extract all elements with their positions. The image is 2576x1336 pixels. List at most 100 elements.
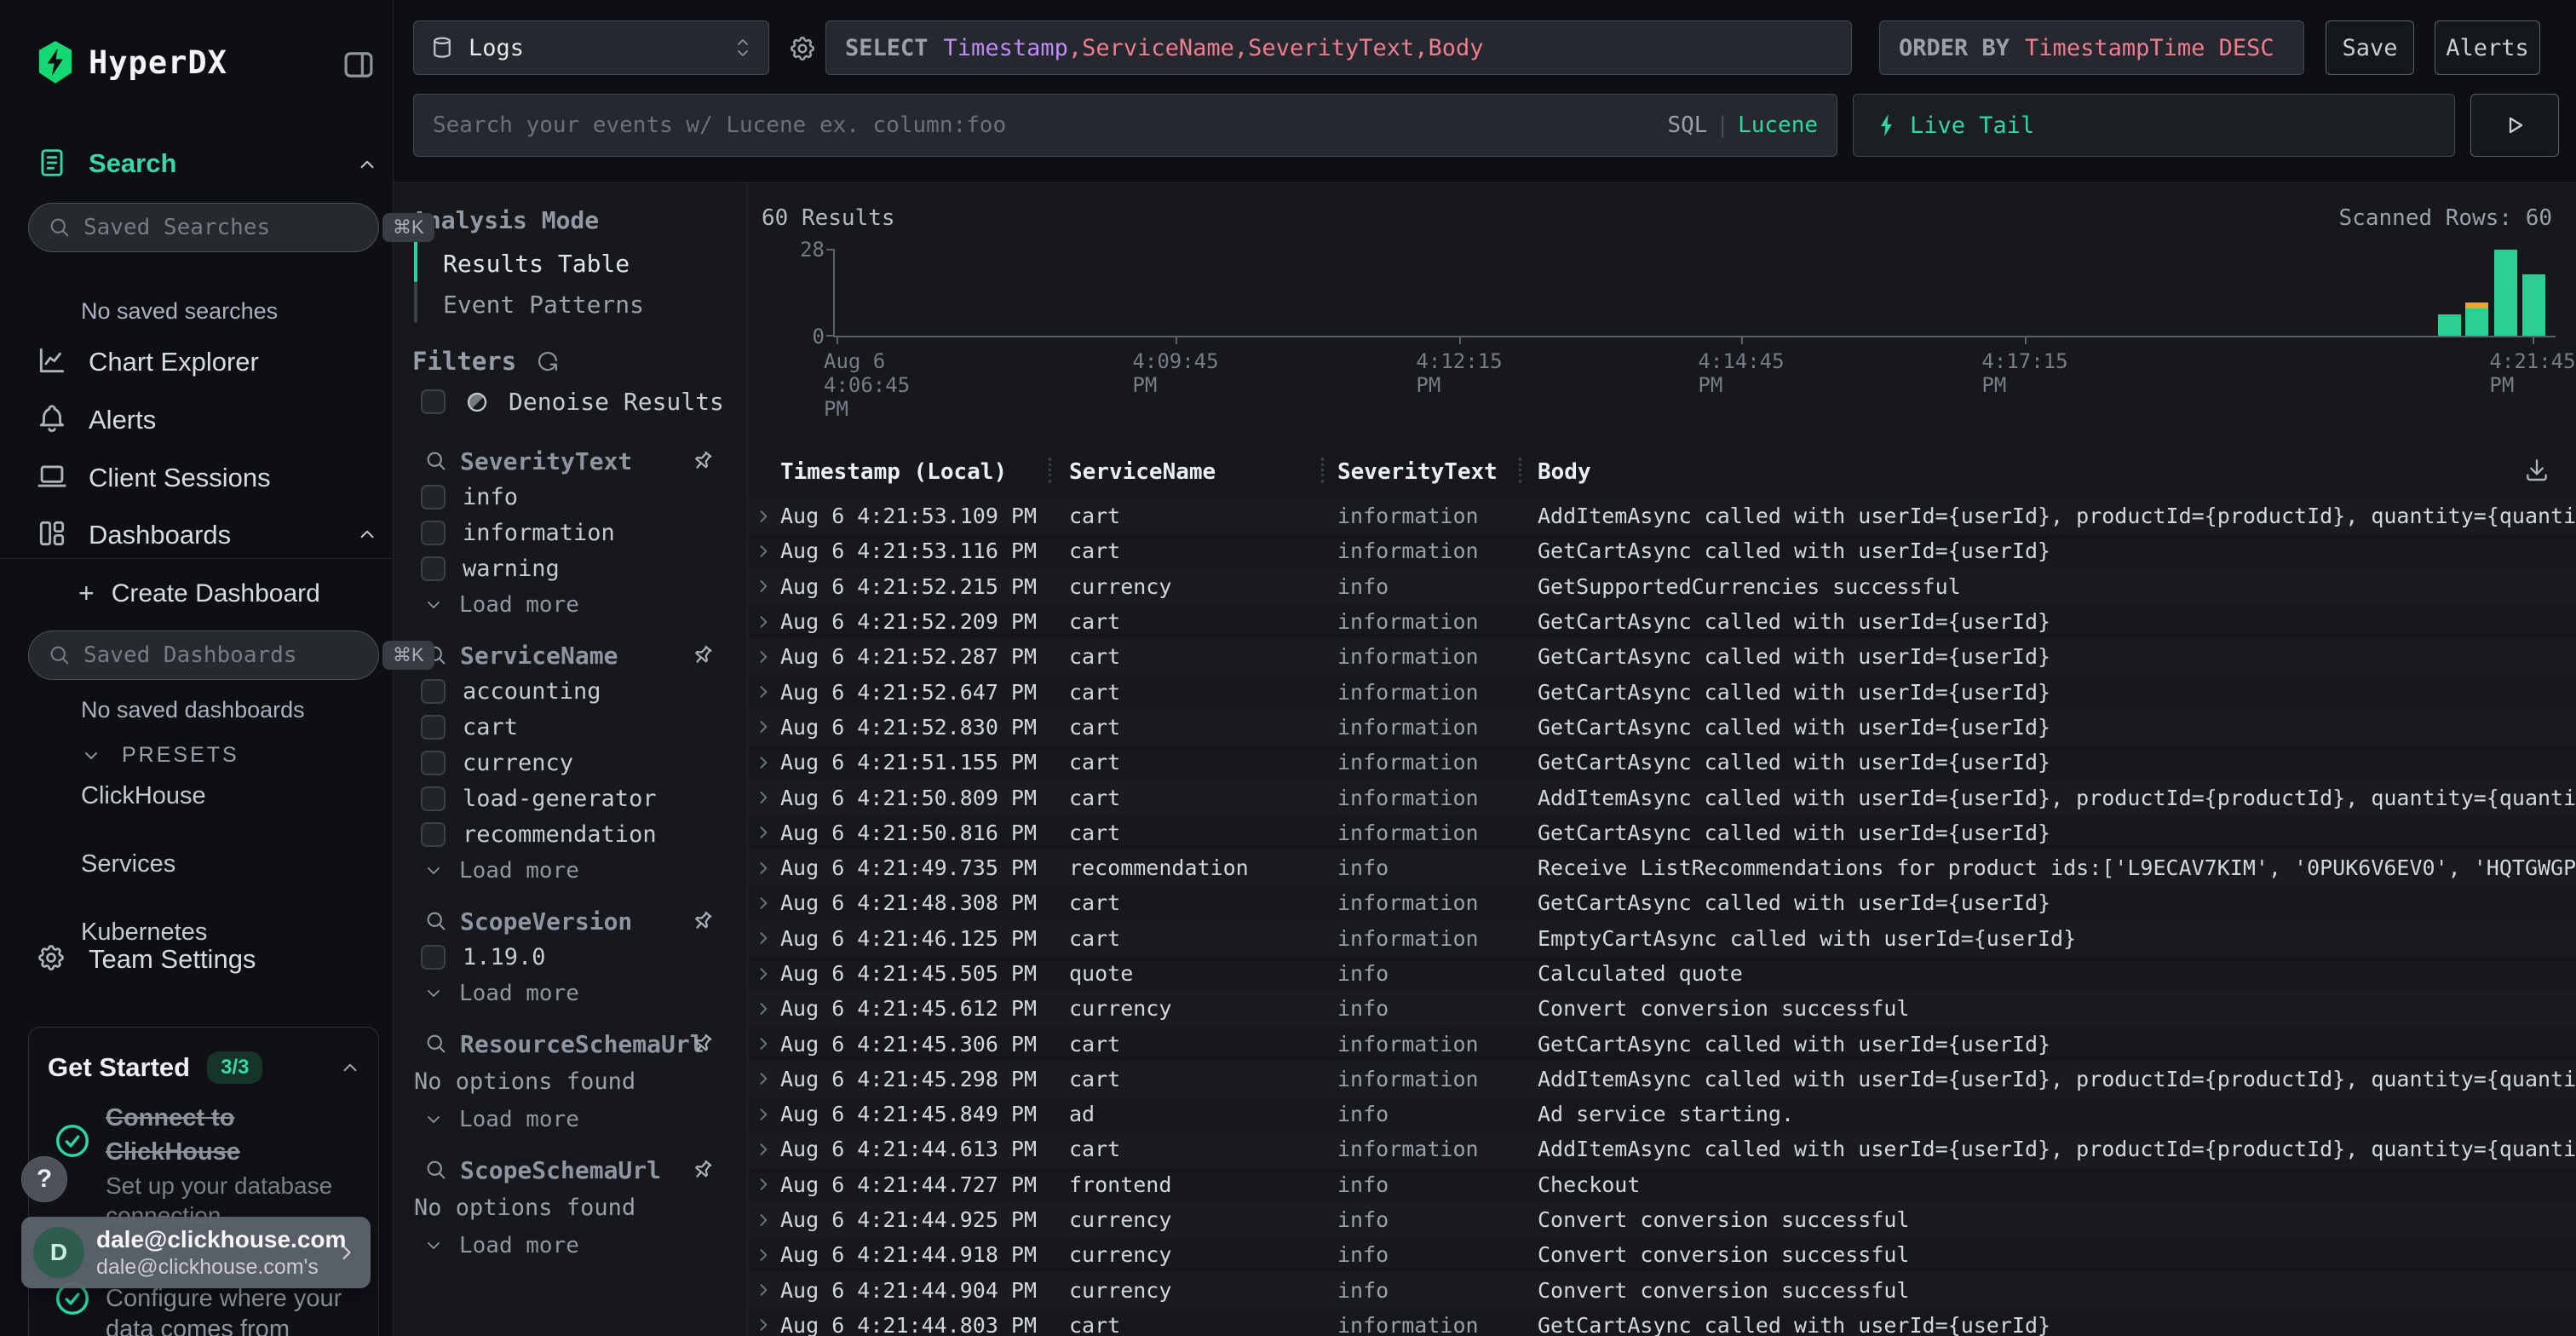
preset-item[interactable]: Kubernetes: [81, 918, 207, 947]
preset-item[interactable]: ClickHouse: [81, 782, 207, 810]
log-row[interactable]: Aug 6 4:21:52.287 PM cart information Ge…: [748, 639, 2576, 674]
filter-option-checkbox[interactable]: [421, 822, 446, 847]
log-row[interactable]: Aug 6 4:21:51.155 PM cart information Ge…: [748, 745, 2576, 780]
log-row[interactable]: Aug 6 4:21:49.735 PM recommendation info…: [748, 850, 2576, 885]
preset-item[interactable]: Services: [81, 850, 207, 878]
live-tail-button[interactable]: Live Tail: [1853, 94, 2455, 157]
col-header-servicename[interactable]: ServiceName: [1069, 459, 1216, 485]
filter-option-checkbox[interactable]: [421, 715, 446, 740]
log-row[interactable]: Aug 6 4:21:45.306 PM cart information Ge…: [748, 1026, 2576, 1061]
histogram-bar[interactable]: [2465, 302, 2488, 336]
col-header-severitytext[interactable]: SeverityText: [1337, 459, 1498, 485]
lang-toggle-lucene[interactable]: Lucene: [1738, 112, 1818, 138]
user-account-chip[interactable]: D dale@clickhouse.com dale@clickhouse.co…: [21, 1217, 371, 1288]
log-row[interactable]: Aug 6 4:21:45.849 PM ad info Ad service …: [748, 1097, 2576, 1132]
search-icon[interactable]: [424, 1032, 448, 1056]
analysis-mode-tab[interactable]: Results Table: [443, 250, 644, 274]
pin-icon[interactable]: [690, 1031, 716, 1057]
search-section-chevron-up-icon[interactable]: [356, 153, 378, 176]
histogram-bar[interactable]: [2522, 274, 2545, 336]
search-icon[interactable]: [424, 1158, 448, 1182]
filter-option[interactable]: 1.19.0: [411, 939, 731, 975]
pin-icon[interactable]: [690, 1157, 716, 1183]
event-search-input[interactable]: [433, 112, 1667, 138]
filter-option[interactable]: cart: [411, 709, 731, 745]
histogram-bar[interactable]: [2494, 250, 2517, 336]
load-more-button[interactable]: Load more: [411, 852, 731, 890]
filter-option[interactable]: accounting: [411, 673, 731, 709]
presets-section-toggle[interactable]: PRESETS: [81, 743, 239, 768]
log-row[interactable]: Aug 6 4:21:52.215 PM currency info GetSu…: [748, 569, 2576, 604]
log-row[interactable]: Aug 6 4:21:52.209 PM cart information Ge…: [748, 604, 2576, 639]
step-connect-clickhouse[interactable]: Connect to ClickHouse: [106, 1101, 302, 1169]
filter-option[interactable]: load-generator: [411, 780, 731, 816]
log-row[interactable]: Aug 6 4:21:44.613 PM cart information Ad…: [748, 1132, 2576, 1166]
create-dashboard-button[interactable]: + Create Dashboard: [78, 578, 320, 609]
sidebar-item-search[interactable]: Search: [89, 148, 176, 179]
dashboards-chevron-up-icon[interactable]: [356, 523, 378, 545]
filter-option[interactable]: recommendation: [411, 816, 731, 852]
filter-option-checkbox[interactable]: [421, 485, 446, 510]
log-row[interactable]: Aug 6 4:21:44.904 PM currency info Conve…: [748, 1273, 2576, 1308]
expand-row-chevron-icon[interactable]: [748, 1176, 780, 1193]
filter-option[interactable]: warning: [411, 550, 731, 586]
sidebar-item-chart-explorer[interactable]: Chart Explorer: [89, 347, 259, 377]
log-row[interactable]: Aug 6 4:21:46.125 PM cart information Em…: [748, 921, 2576, 956]
expand-row-chevron-icon[interactable]: [748, 1106, 780, 1123]
saved-dashboards-input[interactable]: [83, 642, 371, 668]
log-row[interactable]: Aug 6 4:21:44.727 PM frontend info Check…: [748, 1167, 2576, 1202]
expand-row-chevron-icon[interactable]: [748, 1070, 780, 1087]
expand-row-chevron-icon[interactable]: [748, 824, 780, 841]
load-more-button[interactable]: Load more: [411, 1101, 731, 1138]
source-settings-gear-icon[interactable]: [788, 34, 817, 63]
sidebar-item-client-sessions[interactable]: Client Sessions: [89, 463, 271, 493]
filter-option-checkbox[interactable]: [421, 556, 446, 581]
expand-row-chevron-icon[interactable]: [748, 1035, 780, 1052]
expand-row-chevron-icon[interactable]: [748, 965, 780, 982]
event-search-bar[interactable]: SQL | Lucene: [413, 94, 1837, 157]
sidebar-item-alerts[interactable]: Alerts: [89, 405, 156, 435]
expand-row-chevron-icon[interactable]: [748, 789, 780, 806]
load-more-button[interactable]: Load more: [411, 1227, 731, 1264]
filter-option[interactable]: information: [411, 515, 731, 550]
log-row[interactable]: Aug 6 4:21:53.116 PM cart information Ge…: [748, 533, 2576, 568]
col-header-body[interactable]: Body: [1538, 459, 1591, 485]
expand-row-chevron-icon[interactable]: [748, 1281, 780, 1299]
filter-option-checkbox[interactable]: [421, 521, 446, 545]
expand-row-chevron-icon[interactable]: [748, 895, 780, 912]
expand-row-chevron-icon[interactable]: [748, 1000, 780, 1017]
save-button[interactable]: Save: [2326, 20, 2414, 75]
run-query-play-button[interactable]: [2470, 94, 2559, 157]
column-separator[interactable]: [1049, 458, 1051, 483]
filter-option[interactable]: currency: [411, 745, 731, 780]
expand-row-chevron-icon[interactable]: [748, 1212, 780, 1229]
expand-row-chevron-icon[interactable]: [748, 613, 780, 631]
column-separator[interactable]: [1519, 458, 1521, 483]
lang-toggle-sql[interactable]: SQL: [1667, 112, 1707, 138]
log-row[interactable]: Aug 6 4:21:45.298 PM cart information Ad…: [748, 1062, 2576, 1097]
expand-row-chevron-icon[interactable]: [748, 860, 780, 877]
saved-searches-input[interactable]: [83, 215, 371, 240]
log-row[interactable]: Aug 6 4:21:50.809 PM cart information Ad…: [748, 780, 2576, 815]
filter-option[interactable]: info: [411, 479, 731, 515]
log-row[interactable]: Aug 6 4:21:52.830 PM cart information Ge…: [748, 710, 2576, 745]
filter-option-checkbox[interactable]: [421, 945, 446, 970]
refresh-icon[interactable]: [535, 348, 561, 374]
expand-row-chevron-icon[interactable]: [748, 508, 780, 525]
sidebar-item-team-settings[interactable]: Team Settings: [89, 944, 256, 975]
collapse-sidebar-icon[interactable]: [341, 47, 377, 83]
filter-option-checkbox[interactable]: [421, 751, 446, 775]
search-icon[interactable]: [424, 909, 448, 933]
order-by-input[interactable]: ORDER BY TimestampTime DESC: [1879, 20, 2304, 75]
log-row[interactable]: Aug 6 4:21:48.308 PM cart information Ge…: [748, 885, 2576, 920]
alerts-button[interactable]: Alerts: [2435, 20, 2540, 75]
log-row[interactable]: Aug 6 4:21:44.803 PM cart information Ge…: [748, 1308, 2576, 1336]
expand-row-chevron-icon[interactable]: [748, 1141, 780, 1158]
pin-icon[interactable]: [690, 908, 716, 934]
expand-row-chevron-icon[interactable]: [748, 754, 780, 771]
histogram-bar[interactable]: [2438, 314, 2461, 336]
expand-row-chevron-icon[interactable]: [748, 648, 780, 665]
get-started-header[interactable]: Get Started 3/3: [48, 1051, 361, 1084]
step-configure-data[interactable]: Configure where your data comes from: [106, 1283, 353, 1336]
saved-dashboards-search[interactable]: ⌘K: [28, 631, 379, 680]
